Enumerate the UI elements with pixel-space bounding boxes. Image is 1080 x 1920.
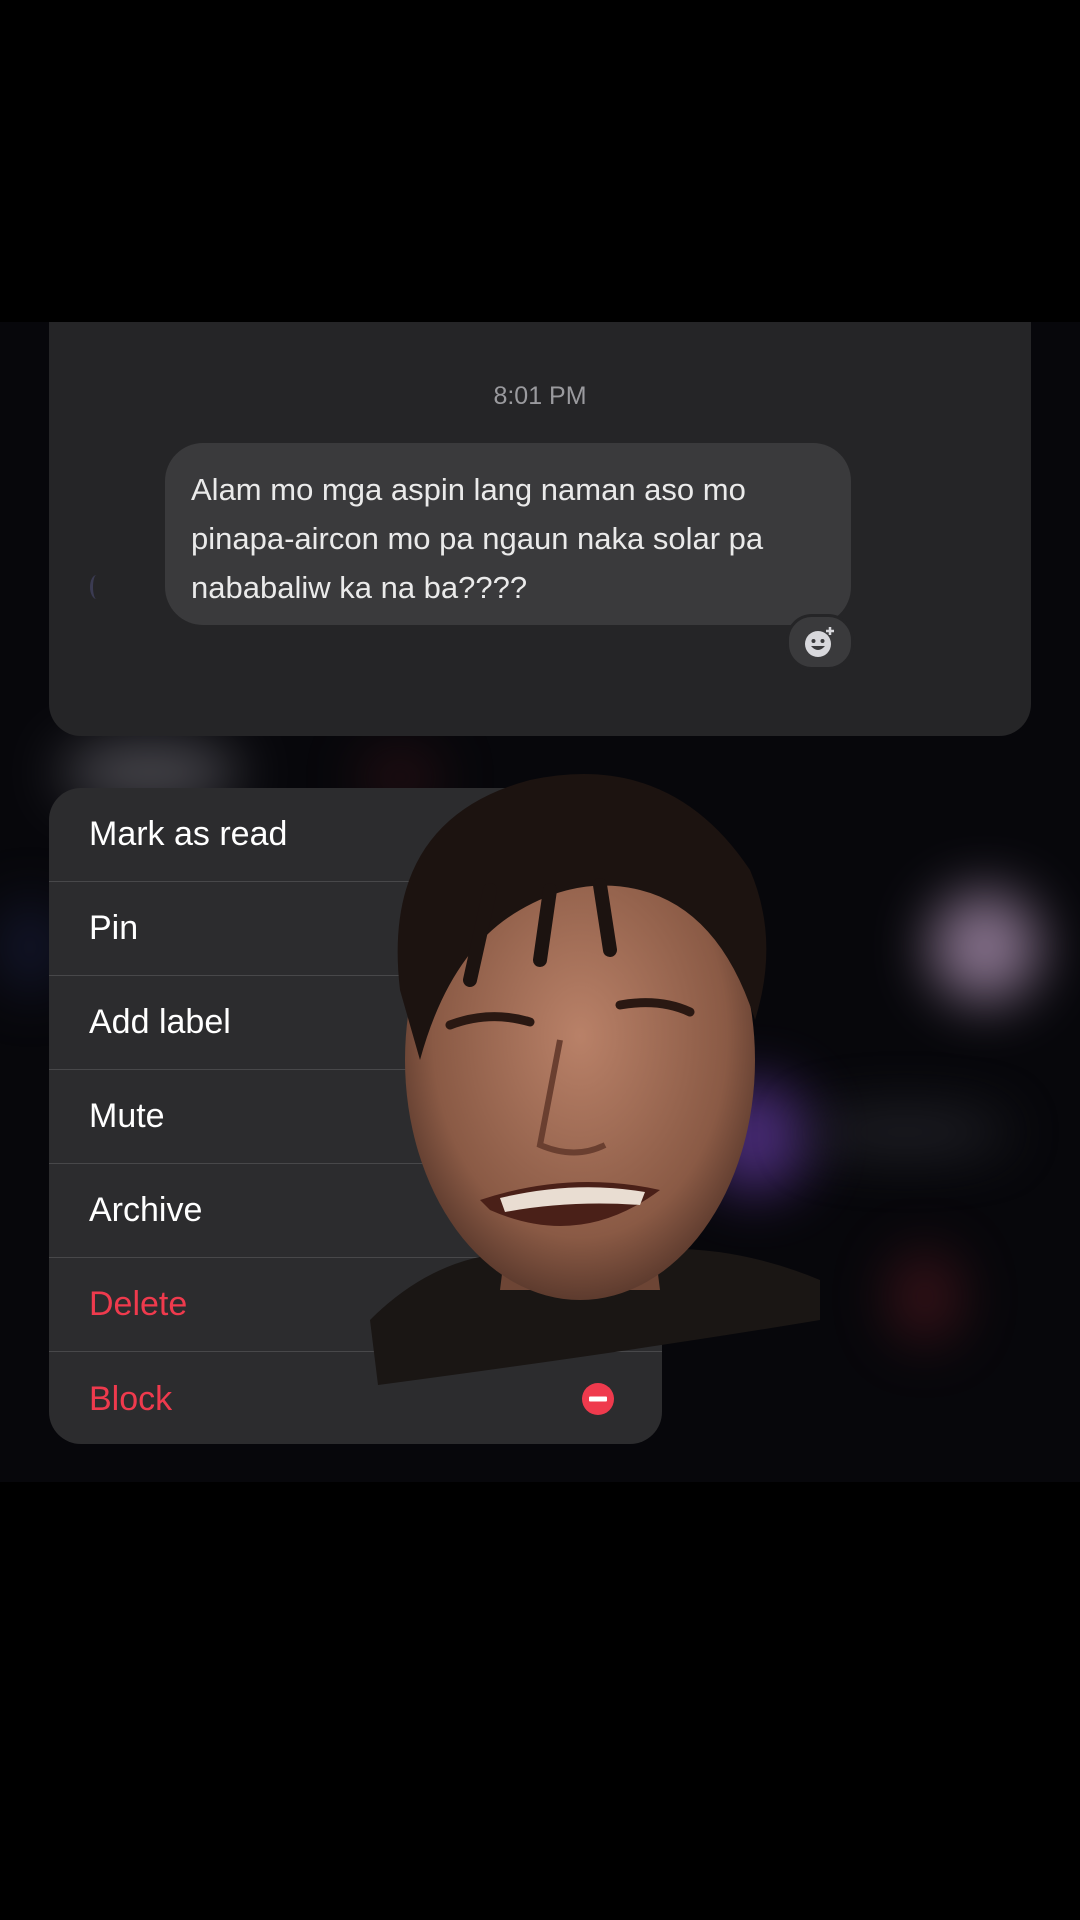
menu-item-label: Archive: [89, 1191, 203, 1229]
menu-item-label: Pin: [89, 909, 139, 947]
menu-item-label: Mute: [89, 1097, 165, 1135]
screen: 8:01 PM Alam mo mga aspin lang naman aso…: [0, 0, 1080, 1920]
conversation-preview: 8:01 PM Alam mo mga aspin lang naman aso…: [49, 322, 1031, 736]
avatar: [90, 575, 103, 599]
message-timestamp: 8:01 PM: [493, 382, 587, 410]
menu-item-label: Delete: [89, 1285, 188, 1323]
add-reaction-button[interactable]: [786, 614, 854, 670]
menu-item-label: Block: [89, 1379, 173, 1418]
menu-item-label: Add label: [89, 1003, 231, 1041]
person-cutout-image: [370, 774, 820, 1385]
add-reaction-icon: [805, 627, 834, 657]
menu-item-label: Mark as read: [89, 815, 288, 853]
message-bubble[interactable]: Alam mo mga aspin lang naman aso mo pina…: [165, 443, 851, 625]
